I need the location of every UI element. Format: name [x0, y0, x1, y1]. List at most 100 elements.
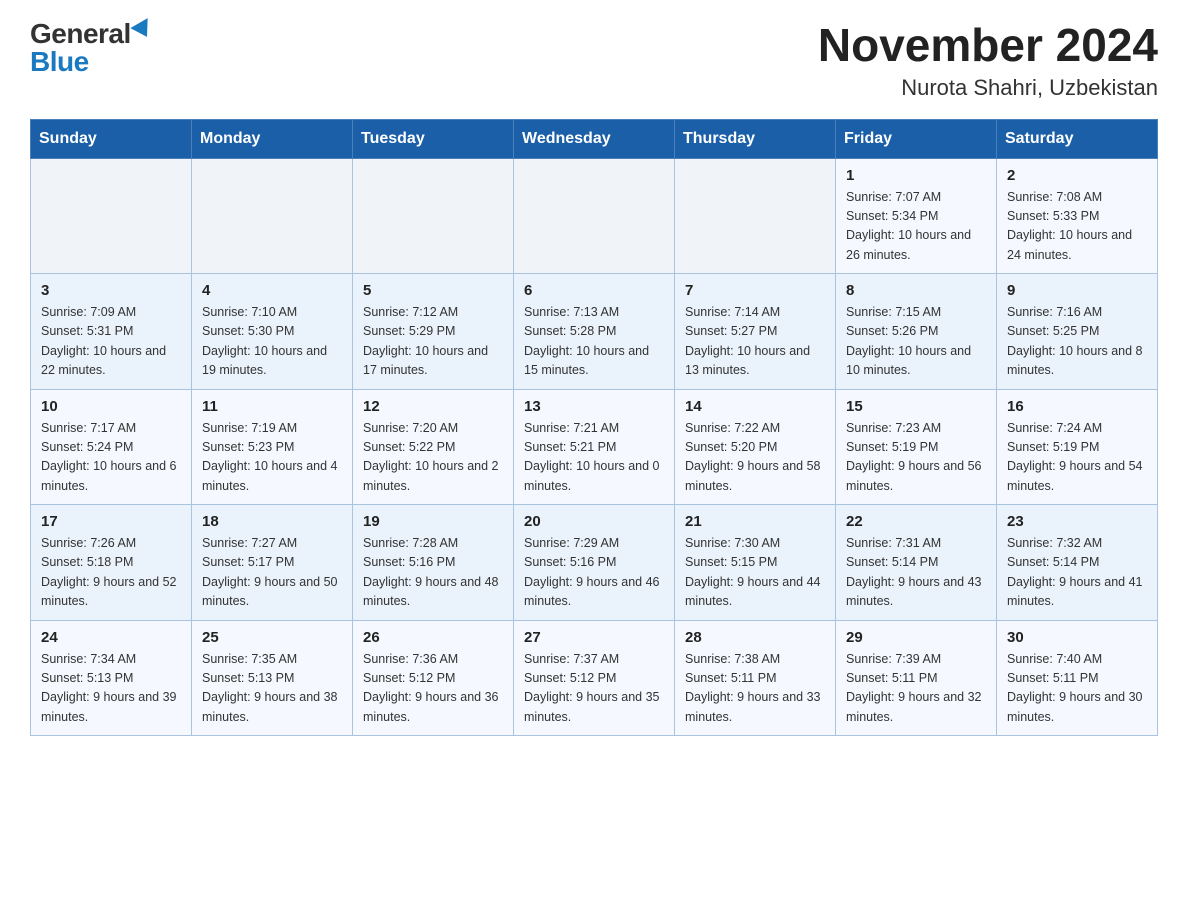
day-number: 28 [685, 629, 825, 646]
day-number: 15 [846, 398, 986, 415]
calendar-cell: 4 Sunrise: 7:10 AMSunset: 5:30 PMDaylight… [192, 274, 353, 390]
day-number: 19 [363, 513, 503, 530]
day-number: 16 [1007, 398, 1147, 415]
logo-general-text: General [30, 20, 131, 48]
calendar-cell: 25 Sunrise: 7:35 AMSunset: 5:13 PMDayligh… [192, 620, 353, 736]
day-detail: Sunrise: 7:08 AMSunset: 5:33 PMDaylight:… [1007, 188, 1147, 266]
calendar-cell: 23 Sunrise: 7:32 AMSunset: 5:14 PMDayligh… [997, 505, 1158, 621]
day-detail: Sunrise: 7:16 AMSunset: 5:25 PMDaylight:… [1007, 303, 1147, 381]
calendar-cell: 5 Sunrise: 7:12 AMSunset: 5:29 PMDaylight… [353, 274, 514, 390]
calendar-cell [31, 158, 192, 274]
day-detail: Sunrise: 7:20 AMSunset: 5:22 PMDaylight:… [363, 419, 503, 497]
day-detail: Sunrise: 7:26 AMSunset: 5:18 PMDaylight:… [41, 534, 181, 612]
calendar-week-row: 1Sunrise: 7:07 AMSunset: 5:34 PMDaylight… [31, 158, 1158, 274]
calendar-cell: 2 Sunrise: 7:08 AMSunset: 5:33 PMDaylight… [997, 158, 1158, 274]
day-detail: Sunrise: 7:19 AMSunset: 5:23 PMDaylight:… [202, 419, 342, 497]
calendar-subtitle: Nurota Shahri, Uzbekistan [818, 75, 1158, 101]
calendar-title: November 2024 [818, 20, 1158, 71]
calendar-cell [675, 158, 836, 274]
day-number: 3 [41, 282, 181, 299]
day-detail: Sunrise: 7:10 AMSunset: 5:30 PMDaylight:… [202, 303, 342, 381]
calendar-cell: 10 Sunrise: 7:17 AMSunset: 5:24 PMDayligh… [31, 389, 192, 505]
day-number: 6 [524, 282, 664, 299]
day-number: 27 [524, 629, 664, 646]
day-detail: Sunrise: 7:32 AMSunset: 5:14 PMDaylight:… [1007, 534, 1147, 612]
calendar-cell: 6 Sunrise: 7:13 AMSunset: 5:28 PMDaylight… [514, 274, 675, 390]
calendar-cell: 12 Sunrise: 7:20 AMSunset: 5:22 PMDayligh… [353, 389, 514, 505]
day-number: 5 [363, 282, 503, 299]
day-detail: Sunrise: 7:12 AMSunset: 5:29 PMDaylight:… [363, 303, 503, 381]
calendar-week-row: 24 Sunrise: 7:34 AMSunset: 5:13 PMDayligh… [31, 620, 1158, 736]
calendar-week-row: 17 Sunrise: 7:26 AMSunset: 5:18 PMDayligh… [31, 505, 1158, 621]
day-detail: Sunrise: 7:37 AMSunset: 5:12 PMDaylight:… [524, 650, 664, 728]
day-detail: Sunrise: 7:13 AMSunset: 5:28 PMDaylight:… [524, 303, 664, 381]
calendar-table: SundayMondayTuesdayWednesdayThursdayFrid… [30, 119, 1158, 737]
logo: General Blue [30, 20, 153, 76]
calendar-cell: 9 Sunrise: 7:16 AMSunset: 5:25 PMDaylight… [997, 274, 1158, 390]
day-number: 24 [41, 629, 181, 646]
calendar-cell: 18 Sunrise: 7:27 AMSunset: 5:17 PMDayligh… [192, 505, 353, 621]
day-detail: Sunrise: 7:22 AMSunset: 5:20 PMDaylight:… [685, 419, 825, 497]
day-detail: Sunrise: 7:28 AMSunset: 5:16 PMDaylight:… [363, 534, 503, 612]
calendar-cell: 26Sunrise: 7:36 AMSunset: 5:12 PMDayligh… [353, 620, 514, 736]
day-number: 25 [202, 629, 342, 646]
day-number: 9 [1007, 282, 1147, 299]
day-detail: Sunrise: 7:35 AMSunset: 5:13 PMDaylight:… [202, 650, 342, 728]
weekday-header-monday: Monday [192, 119, 353, 158]
page-header: General Blue November 2024 Nurota Shahri… [30, 20, 1158, 101]
calendar-cell: 21 Sunrise: 7:30 AMSunset: 5:15 PMDayligh… [675, 505, 836, 621]
day-detail: Sunrise: 7:21 AMSunset: 5:21 PMDaylight:… [524, 419, 664, 497]
day-detail: Sunrise: 7:07 AMSunset: 5:34 PMDaylight:… [846, 188, 986, 266]
day-detail: Sunrise: 7:27 AMSunset: 5:17 PMDaylight:… [202, 534, 342, 612]
calendar-cell: 20Sunrise: 7:29 AMSunset: 5:16 PMDayligh… [514, 505, 675, 621]
calendar-cell: 1Sunrise: 7:07 AMSunset: 5:34 PMDaylight… [836, 158, 997, 274]
day-number: 18 [202, 513, 342, 530]
logo-blue-text: Blue [30, 48, 89, 76]
day-number: 2 [1007, 167, 1147, 184]
day-number: 30 [1007, 629, 1147, 646]
calendar-cell: 16 Sunrise: 7:24 AMSunset: 5:19 PMDayligh… [997, 389, 1158, 505]
day-detail: Sunrise: 7:17 AMSunset: 5:24 PMDaylight:… [41, 419, 181, 497]
day-number: 23 [1007, 513, 1147, 530]
calendar-cell: 27 Sunrise: 7:37 AMSunset: 5:12 PMDayligh… [514, 620, 675, 736]
calendar-cell: 14Sunrise: 7:22 AMSunset: 5:20 PMDayligh… [675, 389, 836, 505]
calendar-cell: 7 Sunrise: 7:14 AMSunset: 5:27 PMDaylight… [675, 274, 836, 390]
day-detail: Sunrise: 7:34 AMSunset: 5:13 PMDaylight:… [41, 650, 181, 728]
day-detail: Sunrise: 7:30 AMSunset: 5:15 PMDaylight:… [685, 534, 825, 612]
day-number: 29 [846, 629, 986, 646]
calendar-week-row: 10 Sunrise: 7:17 AMSunset: 5:24 PMDayligh… [31, 389, 1158, 505]
day-number: 20 [524, 513, 664, 530]
day-detail: Sunrise: 7:39 AMSunset: 5:11 PMDaylight:… [846, 650, 986, 728]
day-detail: Sunrise: 7:14 AMSunset: 5:27 PMDaylight:… [685, 303, 825, 381]
title-block: November 2024 Nurota Shahri, Uzbekistan [818, 20, 1158, 101]
calendar-cell: 8Sunrise: 7:15 AMSunset: 5:26 PMDaylight… [836, 274, 997, 390]
calendar-cell: 24 Sunrise: 7:34 AMSunset: 5:13 PMDayligh… [31, 620, 192, 736]
weekday-header-friday: Friday [836, 119, 997, 158]
weekday-header-saturday: Saturday [997, 119, 1158, 158]
calendar-cell: 30Sunrise: 7:40 AMSunset: 5:11 PMDayligh… [997, 620, 1158, 736]
day-number: 8 [846, 282, 986, 299]
day-number: 12 [363, 398, 503, 415]
calendar-cell [353, 158, 514, 274]
day-number: 17 [41, 513, 181, 530]
day-number: 10 [41, 398, 181, 415]
day-number: 21 [685, 513, 825, 530]
calendar-cell: 17 Sunrise: 7:26 AMSunset: 5:18 PMDayligh… [31, 505, 192, 621]
day-number: 7 [685, 282, 825, 299]
calendar-cell [192, 158, 353, 274]
calendar-cell: 29 Sunrise: 7:39 AMSunset: 5:11 PMDayligh… [836, 620, 997, 736]
day-detail: Sunrise: 7:38 AMSunset: 5:11 PMDaylight:… [685, 650, 825, 728]
calendar-cell: 11Sunrise: 7:19 AMSunset: 5:23 PMDayligh… [192, 389, 353, 505]
calendar-header-row: SundayMondayTuesdayWednesdayThursdayFrid… [31, 119, 1158, 158]
logo-triangle-icon [130, 18, 155, 42]
day-number: 22 [846, 513, 986, 530]
day-number: 26 [363, 629, 503, 646]
calendar-cell: 22 Sunrise: 7:31 AMSunset: 5:14 PMDayligh… [836, 505, 997, 621]
weekday-header-thursday: Thursday [675, 119, 836, 158]
day-detail: Sunrise: 7:23 AMSunset: 5:19 PMDaylight:… [846, 419, 986, 497]
day-detail: Sunrise: 7:31 AMSunset: 5:14 PMDaylight:… [846, 534, 986, 612]
calendar-cell: 28 Sunrise: 7:38 AMSunset: 5:11 PMDayligh… [675, 620, 836, 736]
day-detail: Sunrise: 7:24 AMSunset: 5:19 PMDaylight:… [1007, 419, 1147, 497]
calendar-week-row: 3Sunrise: 7:09 AMSunset: 5:31 PMDaylight… [31, 274, 1158, 390]
day-number: 4 [202, 282, 342, 299]
